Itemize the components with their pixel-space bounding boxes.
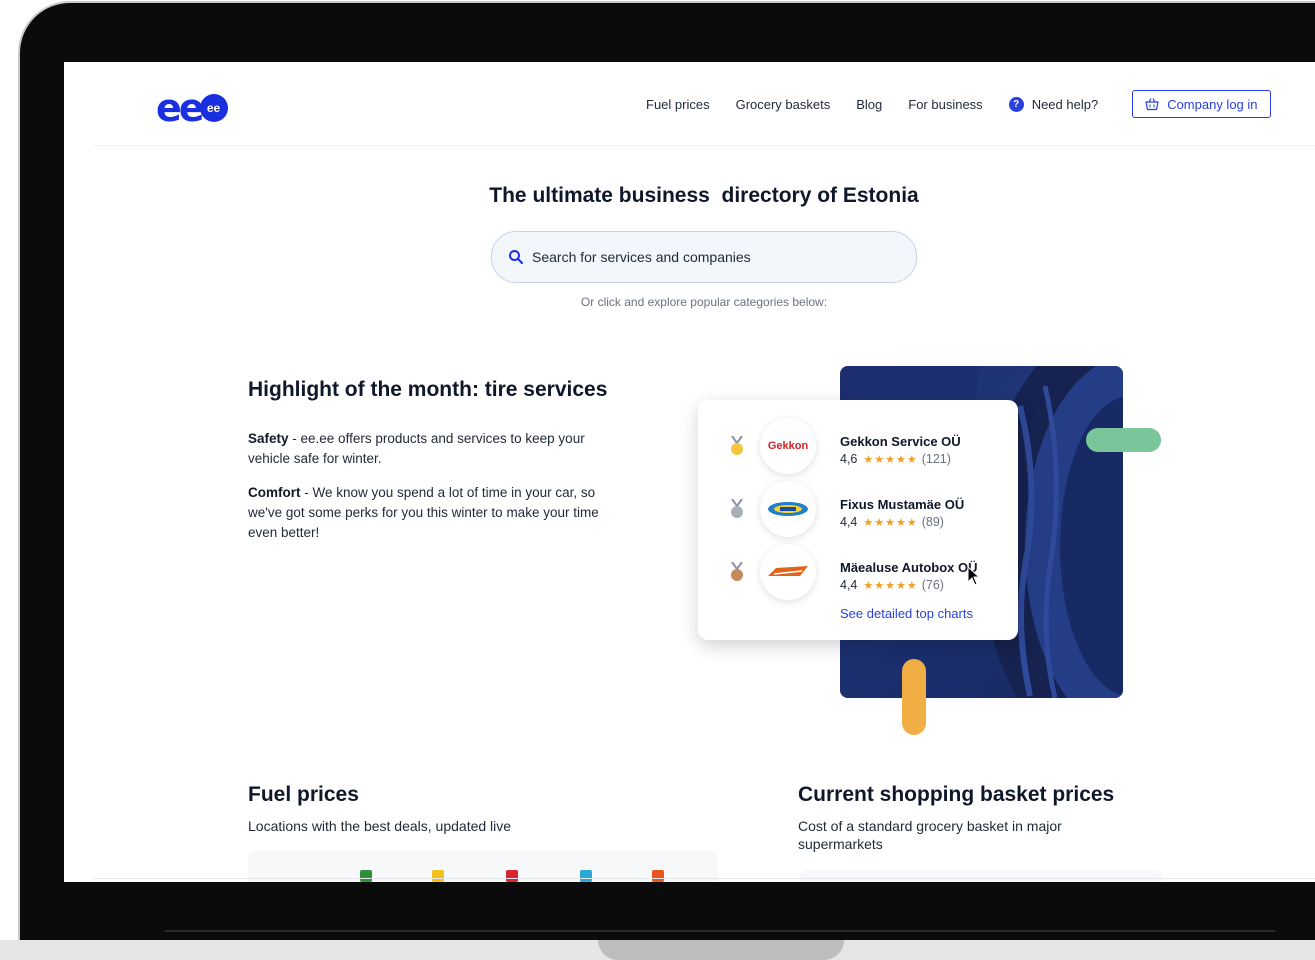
rating-value: 4,4 [840, 578, 858, 592]
header-divider [94, 145, 1315, 146]
nav-link-grocery-baskets[interactable]: Grocery baskets [736, 97, 831, 112]
search-input[interactable]: Search for services and companies [491, 231, 917, 283]
main-nav: Fuel prices Grocery baskets Blog For bus… [646, 90, 1271, 118]
station-logo-icon[interactable] [652, 870, 664, 882]
company-name[interactable]: Mäealuse Autobox OÜ [840, 560, 977, 575]
gold-medal-icon [731, 436, 743, 455]
explore-hint: Or click and explore popular categories … [580, 295, 828, 309]
basket-prices-table [800, 870, 1162, 882]
fuel-prices-title: Fuel prices [248, 783, 359, 806]
highlight-title: Highlight of the month: tire services [248, 378, 608, 401]
star-rating-icon: ★★★★★ [863, 453, 918, 466]
bottom-divider [94, 878, 1315, 879]
safety-text: - ee.ee offers products and services to … [248, 431, 585, 466]
silver-medal-icon [731, 499, 743, 518]
hero-title: The ultimate business directory of Eston… [489, 184, 919, 207]
review-count: (89) [921, 515, 944, 529]
laptop-bezel-line [165, 930, 1275, 932]
fixus-logo [768, 502, 808, 516]
list-item[interactable]: Gekkon Gekkon Service OÜ 4,6 ★★★★★ (121) [698, 416, 1018, 476]
safety-paragraph: Safety - ee.ee offers products and servi… [248, 429, 618, 469]
site-logo[interactable]: ee ee [156, 88, 228, 128]
question-icon: ? [1008, 96, 1024, 112]
see-top-charts-link[interactable]: See detailed top charts [840, 606, 973, 621]
company-login-button[interactable]: Company log in [1132, 90, 1271, 118]
comfort-paragraph: Comfort - We know you spend a lot of tim… [248, 483, 618, 543]
nav-link-blog[interactable]: Blog [856, 97, 882, 112]
list-item[interactable]: Fixus Mustamäe OÜ 4,4 ★★★★★ (89) [698, 479, 1018, 539]
star-rating-icon: ★★★★★ [863, 579, 918, 592]
company-login-label: Company log in [1167, 96, 1258, 112]
fuel-prices-subtitle: Locations with the best deals, updated l… [248, 818, 512, 834]
nav-link-fuel-prices[interactable]: Fuel prices [646, 97, 710, 112]
gekkon-logo-text: Gekkon [767, 440, 809, 452]
basket-prices-title: Current shopping basket prices [798, 783, 1115, 806]
screen: ee ee Fuel prices Grocery baskets Blog F… [64, 62, 1315, 882]
company-rating: 4,4 ★★★★★ (76) [840, 578, 944, 592]
basket-icon [1145, 98, 1159, 111]
need-help-link[interactable]: ? Need help? [1008, 96, 1099, 112]
logo-text: ee [156, 86, 205, 130]
need-help-label: Need help? [1031, 96, 1099, 112]
station-logo-icon[interactable] [580, 870, 592, 882]
search-icon [509, 250, 523, 264]
rating-value: 4,4 [840, 515, 858, 529]
maealuse-logo [768, 566, 808, 576]
review-count: (121) [921, 452, 951, 466]
review-count: (76) [921, 578, 944, 592]
mouse-cursor-icon [967, 566, 981, 586]
company-logo: Gekkon [760, 418, 816, 474]
company-rating: 4,6 ★★★★★ (121) [840, 452, 951, 466]
company-logo [760, 544, 816, 600]
rating-value: 4,6 [840, 452, 858, 466]
safety-label: Safety [248, 431, 289, 446]
star-rating-icon: ★★★★★ [863, 516, 918, 529]
bronze-medal-icon [731, 562, 743, 581]
company-rating: 4,4 ★★★★★ (89) [840, 515, 944, 529]
nav-link-for-business[interactable]: For business [908, 97, 982, 112]
decorative-yellow-pill [902, 659, 926, 735]
station-logo-icon[interactable] [506, 870, 518, 882]
decorative-green-pill [1086, 428, 1161, 452]
logo-badge: ee [199, 94, 228, 122]
comfort-text: - We know you spend a lot of time in you… [248, 485, 599, 540]
search-placeholder: Search for services and companies [532, 249, 751, 265]
comfort-label: Comfort [248, 485, 301, 500]
company-name[interactable]: Fixus Mustamäe OÜ [840, 497, 964, 512]
basket-prices-subtitle: Cost of a standard grocery basket in maj… [798, 818, 1062, 852]
station-logo-icon[interactable] [360, 870, 372, 882]
company-logo [760, 481, 816, 537]
laptop-notch [598, 940, 844, 960]
top-chart-card: Gekkon Gekkon Service OÜ 4,6 ★★★★★ (121) [698, 400, 1018, 640]
station-logo-icon[interactable] [432, 870, 444, 882]
company-name[interactable]: Gekkon Service OÜ [840, 434, 961, 449]
